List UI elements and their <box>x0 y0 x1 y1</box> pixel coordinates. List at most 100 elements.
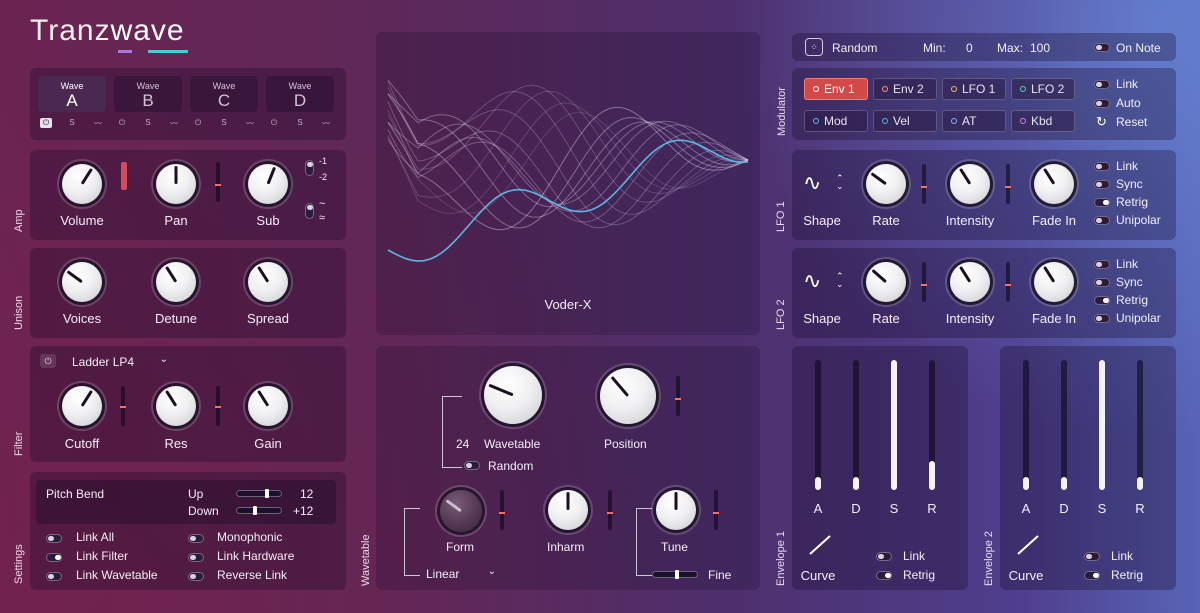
filter-type-dropdown[interactable]: Ladder LP4 ⌄ <box>72 354 168 369</box>
solo-icon[interactable]: S <box>142 118 154 127</box>
power-icon[interactable]: ⏻ <box>192 118 204 128</box>
mod-source-env-1[interactable]: Env 1 <box>804 78 868 100</box>
env1-s-slider[interactable] <box>891 360 897 490</box>
waveform-icon[interactable]: 〰 <box>242 118 258 129</box>
solo-icon[interactable]: S <box>66 118 78 127</box>
waveform-icon[interactable]: 〰 <box>90 118 106 129</box>
curve-icon[interactable] <box>806 532 836 558</box>
lfo1-intensity-knob[interactable] <box>950 164 990 204</box>
lfo2-intensity-knob[interactable] <box>950 262 990 302</box>
env1-a-slider[interactable] <box>815 360 821 490</box>
mod-source-lfo-2[interactable]: LFO 2 <box>1011 78 1075 100</box>
waveform-icon[interactable]: 〰 <box>166 118 182 129</box>
octave-toggle[interactable] <box>305 160 314 176</box>
setting-reverse-link-toggle[interactable] <box>188 572 204 581</box>
mod-source-at[interactable]: AT <box>942 110 1006 132</box>
lfo1-retrig-toggle[interactable] <box>1094 198 1110 207</box>
mod-source-mod[interactable]: Mod <box>804 110 868 132</box>
form-knob[interactable] <box>440 490 482 532</box>
env2-retrig-toggle[interactable] <box>1084 571 1100 580</box>
mod-link-toggle[interactable] <box>1094 80 1110 89</box>
random-max-value[interactable]: 100 <box>1030 41 1050 55</box>
lfo2-rate-knob[interactable] <box>866 262 906 302</box>
solo-icon[interactable]: S <box>218 118 230 127</box>
wavetable-knob[interactable] <box>484 366 542 424</box>
wave-tab-d[interactable]: Wave D <box>266 76 334 112</box>
fine-slider[interactable] <box>652 570 698 579</box>
dice-icon[interactable]: ⁘ <box>805 38 823 56</box>
power-icon[interactable]: ⏻ <box>40 118 52 128</box>
pitch-up-slider[interactable] <box>236 489 282 498</box>
env2-link-toggle[interactable] <box>1084 552 1100 561</box>
mod-reset-label[interactable]: Reset <box>1116 115 1147 129</box>
lfo1-shape-label: Shape <box>803 213 841 228</box>
inharm-mod-slot <box>607 490 613 530</box>
filter-power-button[interactable]: ⏻ <box>40 354 56 368</box>
env1-r-slider[interactable] <box>929 360 935 490</box>
lfo1-link-toggle[interactable] <box>1094 162 1110 171</box>
solo-icon[interactable]: S <box>294 118 306 127</box>
lfo2-retrig-toggle[interactable] <box>1094 296 1110 305</box>
inharm-knob[interactable] <box>548 490 588 530</box>
setting-monophonic-toggle[interactable] <box>188 534 204 543</box>
env2-a-slider[interactable] <box>1023 360 1029 490</box>
tune-knob[interactable] <box>656 490 696 530</box>
lfo1-unipolar-toggle[interactable] <box>1094 216 1110 225</box>
filter-cutoff-knob[interactable] <box>62 386 102 426</box>
env2-d-slider[interactable] <box>1061 360 1067 490</box>
source-dot-icon <box>882 118 888 124</box>
lfo1-rate-knob[interactable] <box>866 164 906 204</box>
unison-detune-knob[interactable] <box>156 262 196 302</box>
wave-tab-title: Wave <box>212 81 236 91</box>
unison-voices-knob[interactable] <box>62 262 102 302</box>
lfo2-sync-toggle[interactable] <box>1094 278 1110 287</box>
amp-sub-knob[interactable] <box>248 164 288 204</box>
mod-source-label: LFO 2 <box>1031 82 1065 96</box>
lfo1-unipolar-label: Unipolar <box>1116 213 1161 227</box>
lfo2-unipolar-toggle[interactable] <box>1094 314 1110 323</box>
env2-s-slider[interactable] <box>1099 360 1105 490</box>
wave-tab-c[interactable]: Wave C <box>190 76 258 112</box>
power-icon[interactable]: ⏻ <box>268 118 280 128</box>
mod-source-env-2[interactable]: Env 2 <box>873 78 937 100</box>
lfo1-sync-toggle[interactable] <box>1094 180 1110 189</box>
env2-r-slider[interactable] <box>1137 360 1143 490</box>
lfo2-fade-in-knob[interactable] <box>1034 262 1074 302</box>
lfo2-link-toggle[interactable] <box>1094 260 1110 269</box>
reset-icon[interactable]: ↻ <box>1096 114 1107 130</box>
amp-volume-knob[interactable] <box>62 164 102 204</box>
pitch-down-slider[interactable] <box>236 506 282 515</box>
sine-wave-icon[interactable]: ∿ <box>803 170 821 196</box>
env1-d-slider[interactable] <box>853 360 859 490</box>
wave-tab-a[interactable]: Wave A <box>38 76 106 112</box>
env1-link-toggle[interactable] <box>876 552 892 561</box>
mod-source-kbd[interactable]: Kbd <box>1011 110 1075 132</box>
filter-res-knob[interactable] <box>156 386 196 426</box>
power-icon[interactable]: ⏻ <box>116 118 128 128</box>
lfo1-fade-in-knob[interactable] <box>1034 164 1074 204</box>
curve-icon[interactable] <box>1014 532 1044 558</box>
setting-link-all-toggle[interactable] <box>46 534 62 543</box>
mod-auto-toggle[interactable] <box>1094 99 1110 108</box>
sine-wave-icon[interactable]: ∿ <box>803 268 821 294</box>
mod-source-lfo-1[interactable]: LFO 1 <box>942 78 1006 100</box>
filter-gain-knob[interactable] <box>248 386 288 426</box>
unison-spread-knob[interactable] <box>248 262 288 302</box>
form-type-dropdown[interactable]: Linear ⌄ <box>426 566 496 581</box>
shape-stepper-icon[interactable]: ⌃ ⌄ <box>836 272 844 289</box>
amp-pan-knob[interactable] <box>156 164 196 204</box>
mod-auto-label: Auto <box>1116 96 1141 110</box>
position-knob[interactable] <box>600 368 656 424</box>
setting-link-filter-toggle[interactable] <box>46 553 62 562</box>
wavetable-random-toggle[interactable] <box>464 461 480 470</box>
setting-link-hardware-toggle[interactable] <box>188 553 204 562</box>
setting-link-wavetable-toggle[interactable] <box>46 572 62 581</box>
random-min-value[interactable]: 0 <box>966 41 973 55</box>
shape-stepper-icon[interactable]: ⌃ ⌄ <box>836 174 844 191</box>
on-note-toggle[interactable] <box>1094 43 1110 52</box>
waveform-icon[interactable]: 〰 <box>318 118 334 129</box>
env1-retrig-toggle[interactable] <box>876 571 892 580</box>
mod-source-vel[interactable]: Vel <box>873 110 937 132</box>
setting-reverse-link-label: Reverse Link <box>217 568 288 582</box>
wave-tab-b[interactable]: Wave B <box>114 76 182 112</box>
